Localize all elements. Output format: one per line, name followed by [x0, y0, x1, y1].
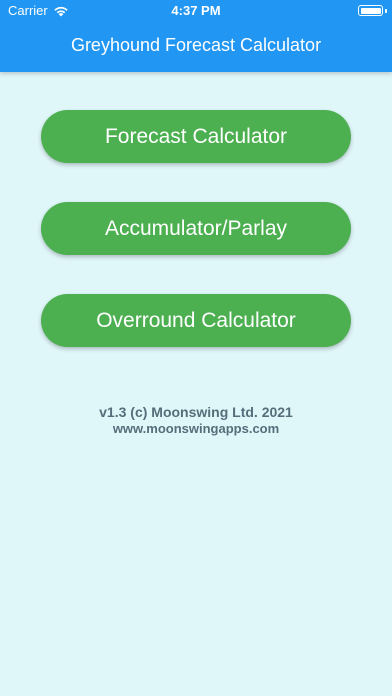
accumulator-parlay-button[interactable]: Accumulator/Parlay [41, 202, 351, 255]
status-time: 4:37 PM [171, 3, 221, 18]
battery-tip [385, 8, 387, 13]
page-title: Greyhound Forecast Calculator [70, 35, 322, 55]
app-header: Carrier 4:37 PM Greyhound Forecast Calcu… [0, 0, 392, 72]
forecast-calculator-button[interactable]: Forecast Calculator [41, 110, 351, 163]
status-bar: Carrier 4:37 PM [0, 0, 392, 22]
footer: v1.3 (c) Moonswing Ltd. 2021 www.moonswi… [0, 404, 392, 437]
website-link[interactable]: www.moonswingapps.com [0, 421, 392, 437]
battery-icon [358, 5, 383, 16]
overround-calculator-button[interactable]: Overround Calculator [41, 294, 351, 347]
copyright-text: v1.3 (c) Moonswing Ltd. 2021 [99, 404, 293, 420]
